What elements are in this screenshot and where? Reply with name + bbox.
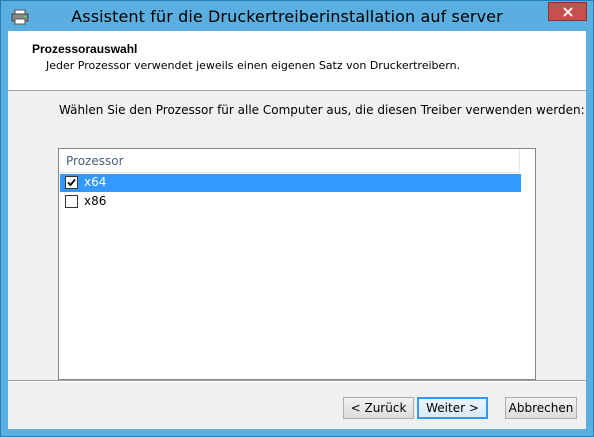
wizard-body: Prozessorauswahl Jeder Prozessor verwend… <box>8 31 586 429</box>
list-item-x86[interactable]: x86 <box>60 193 521 211</box>
instruction-text: Wählen Sie den Prozessor für alle Comput… <box>59 103 585 117</box>
column-header-label: Prozessor <box>66 154 124 168</box>
close-button[interactable] <box>548 2 587 21</box>
page-title: Prozessorauswahl <box>32 42 138 56</box>
back-button[interactable]: < Zurück <box>343 397 414 419</box>
checkbox-x64[interactable] <box>65 176 78 189</box>
cancel-button[interactable]: Abbrechen <box>505 397 577 419</box>
close-icon <box>563 7 573 17</box>
list-item-x64[interactable]: x64 <box>60 174 521 192</box>
page-subtitle: Jeder Prozessor verwendet jeweils einen … <box>46 59 461 72</box>
window-title: Assistent für die Druckertreiberinstalla… <box>71 7 503 26</box>
wizard-header: Prozessorauswahl Jeder Prozessor verwend… <box>8 31 586 91</box>
printer-icon <box>11 9 29 25</box>
checkmark-icon <box>67 178 76 187</box>
wizard-window: Assistent für die Druckertreiberinstalla… <box>0 0 594 437</box>
checkbox-x86[interactable] <box>65 195 78 208</box>
processor-list[interactable]: Prozessor x64 x86 <box>58 148 536 380</box>
column-header-processor[interactable]: Prozessor <box>59 149 520 173</box>
next-button[interactable]: Weiter > <box>417 397 488 419</box>
footer-divider <box>8 380 586 382</box>
title-bar[interactable]: Assistent für die Druckertreiberinstalla… <box>1 1 593 31</box>
list-item-label: x64 <box>84 175 107 189</box>
list-item-label: x86 <box>84 194 107 208</box>
